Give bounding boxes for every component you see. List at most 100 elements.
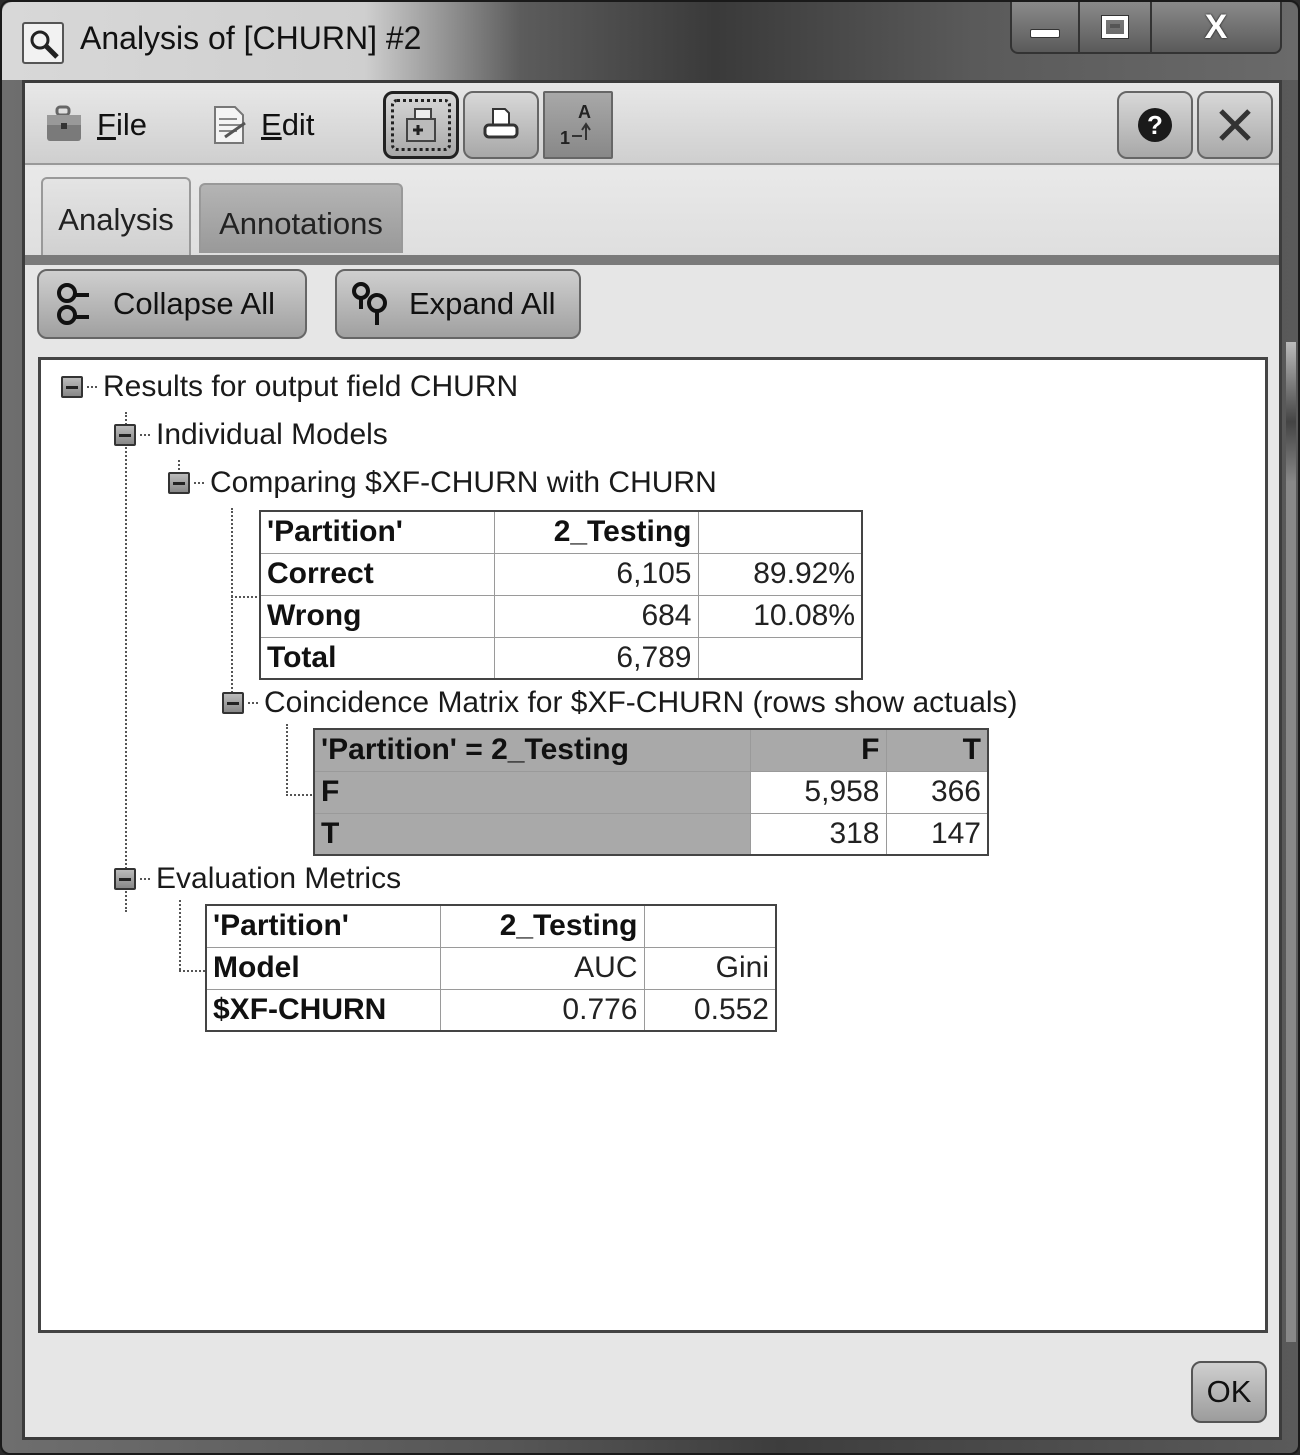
table-cell: 10.08% bbox=[697, 594, 863, 638]
table-cell: 0.776 bbox=[439, 988, 645, 1032]
expand-all-button[interactable]: Expand All bbox=[335, 269, 581, 339]
tree-node-individual-models[interactable]: Individual Models bbox=[114, 418, 388, 452]
tree-connector bbox=[231, 508, 233, 696]
magnifier-icon bbox=[22, 22, 64, 64]
collapse-toggle-icon[interactable] bbox=[168, 472, 190, 494]
document-edit-icon bbox=[207, 103, 251, 147]
table-cell: AUC bbox=[439, 946, 645, 990]
table-row: F 5,958 366 bbox=[313, 770, 989, 814]
print-button[interactable] bbox=[463, 91, 539, 159]
table-cell: 6,105 bbox=[493, 552, 699, 596]
tree-connector bbox=[179, 970, 205, 972]
tree-connector bbox=[286, 794, 312, 796]
table-cell: 'Partition' bbox=[205, 904, 441, 948]
menu-file-label: File bbox=[97, 107, 147, 142]
evaluation-metrics-table: 'Partition' 2_Testing Model AUC Gini $XF… bbox=[205, 904, 777, 1032]
comparison-table: 'Partition' 2_Testing Correct 6,105 89.9… bbox=[259, 510, 863, 680]
coincidence-matrix-table: 'Partition' = 2_Testing F T F 5,958 366 … bbox=[313, 728, 989, 856]
collapse-toggle-icon[interactable] bbox=[114, 424, 136, 446]
tab-analysis[interactable]: Analysis bbox=[41, 177, 191, 261]
help-icon: ? bbox=[1138, 108, 1172, 142]
table-row: Correct 6,105 89.92% bbox=[259, 552, 863, 596]
collapse-tree-icon bbox=[57, 283, 89, 325]
tree-node-comparing[interactable]: Comparing $XF-CHURN with CHURN bbox=[168, 466, 717, 500]
svg-text:A: A bbox=[578, 102, 591, 122]
close-icon: X bbox=[1204, 7, 1228, 46]
table-cell: Model bbox=[205, 946, 441, 990]
copy-to-clipboard-icon bbox=[406, 108, 436, 142]
tree-connector bbox=[179, 900, 181, 970]
maximize-button[interactable] bbox=[1080, 2, 1152, 52]
print-icon bbox=[483, 108, 519, 139]
tree-connector bbox=[125, 412, 127, 912]
table-cell bbox=[643, 904, 777, 948]
minimize-button[interactable] bbox=[1012, 2, 1080, 52]
table-cell: Wrong bbox=[259, 594, 495, 638]
table-cell: Correct bbox=[259, 552, 495, 596]
menu-bar: File Edit A1 ? bbox=[25, 83, 1279, 165]
table-row: Model AUC Gini bbox=[205, 946, 777, 990]
collapse-toggle-icon[interactable] bbox=[222, 692, 244, 714]
table-cell: 318 bbox=[749, 812, 887, 856]
briefcase-icon bbox=[43, 103, 87, 147]
table-cell: 2_Testing bbox=[439, 904, 645, 948]
tree-node-evaluation-metrics[interactable]: Evaluation Metrics bbox=[114, 862, 401, 896]
tree-node-label: Evaluation Metrics bbox=[156, 862, 402, 895]
analysis-window: Analysis of [CHURN] #2 X File Edit A 1 ?… bbox=[0, 0, 1300, 1455]
table-cell: F bbox=[749, 728, 887, 772]
collapse-toggle-icon[interactable] bbox=[114, 868, 136, 890]
table-cell: F bbox=[313, 770, 751, 814]
table-cell: 'Partition' bbox=[259, 510, 495, 554]
minimize-icon bbox=[1030, 28, 1060, 38]
table-row: Wrong 684 10.08% bbox=[259, 594, 863, 638]
results-tree: Results for output field CHURN Individua… bbox=[38, 357, 1268, 1333]
ok-button[interactable]: OK bbox=[1191, 1361, 1267, 1423]
copy-button[interactable] bbox=[383, 91, 459, 159]
table-row: 'Partition' 2_Testing bbox=[205, 904, 777, 948]
maximize-icon bbox=[1101, 15, 1129, 39]
window-close-button[interactable]: X bbox=[1152, 2, 1280, 52]
sort-order-icon: A1 bbox=[560, 102, 591, 148]
caption-buttons: X bbox=[1010, 2, 1282, 54]
table-cell bbox=[697, 636, 863, 680]
table-row: 'Partition' 2_Testing bbox=[259, 510, 863, 554]
tree-node-label: Comparing $XF-CHURN with CHURN bbox=[210, 466, 717, 499]
tab-annotations[interactable]: Annotations bbox=[199, 183, 403, 253]
table-cell: 2_Testing bbox=[493, 510, 699, 554]
tab-divider bbox=[25, 255, 1279, 265]
table-cell: 0.552 bbox=[643, 988, 777, 1032]
tree-connector bbox=[231, 596, 257, 598]
tree-connector bbox=[286, 724, 288, 796]
table-row: 'Partition' = 2_Testing F T bbox=[313, 728, 989, 772]
table-cell: 5,958 bbox=[749, 770, 887, 814]
menu-edit-label: Edit bbox=[261, 107, 315, 142]
collapse-all-button[interactable]: Collapse All bbox=[37, 269, 307, 339]
tree-node-coincidence-matrix[interactable]: Coincidence Matrix for $XF-CHURN (rows s… bbox=[222, 686, 1018, 720]
sort-button[interactable]: A1 bbox=[543, 91, 613, 159]
table-row: T 318 147 bbox=[313, 812, 989, 856]
dialog-close-button[interactable] bbox=[1197, 91, 1273, 159]
tree-node-label: Coincidence Matrix for $XF-CHURN (rows s… bbox=[264, 686, 1018, 719]
expand-tree-icon bbox=[352, 282, 387, 325]
window-title: Analysis of [CHURN] #2 bbox=[80, 20, 422, 56]
collapse-toggle-icon[interactable] bbox=[61, 376, 83, 398]
table-row: $XF-CHURN 0.776 0.552 bbox=[205, 988, 777, 1032]
table-cell: T bbox=[313, 812, 751, 856]
table-cell: 6,789 bbox=[493, 636, 699, 680]
menu-edit[interactable]: Edit bbox=[207, 101, 314, 149]
table-cell: Total bbox=[259, 636, 495, 680]
collapse-all-label: Collapse All bbox=[113, 286, 275, 321]
close-icon bbox=[1219, 109, 1251, 141]
expand-all-label: Expand All bbox=[409, 286, 556, 321]
tree-node-root[interactable]: Results for output field CHURN bbox=[61, 370, 518, 404]
table-cell: $XF-CHURN bbox=[205, 988, 441, 1032]
table-cell: 684 bbox=[493, 594, 699, 638]
dialog-client: File Edit A1 ? Analysis Annotations Coll… bbox=[22, 80, 1282, 1440]
table-cell: T bbox=[885, 728, 989, 772]
window-edge-scrollbar bbox=[1286, 342, 1296, 1342]
tab-strip: Analysis Annotations bbox=[25, 167, 1279, 261]
title-bar[interactable]: Analysis of [CHURN] #2 X bbox=[2, 2, 1298, 80]
help-button[interactable]: ? bbox=[1117, 91, 1193, 159]
menu-file[interactable]: File bbox=[43, 101, 147, 149]
table-row: Total 6,789 bbox=[259, 636, 863, 680]
